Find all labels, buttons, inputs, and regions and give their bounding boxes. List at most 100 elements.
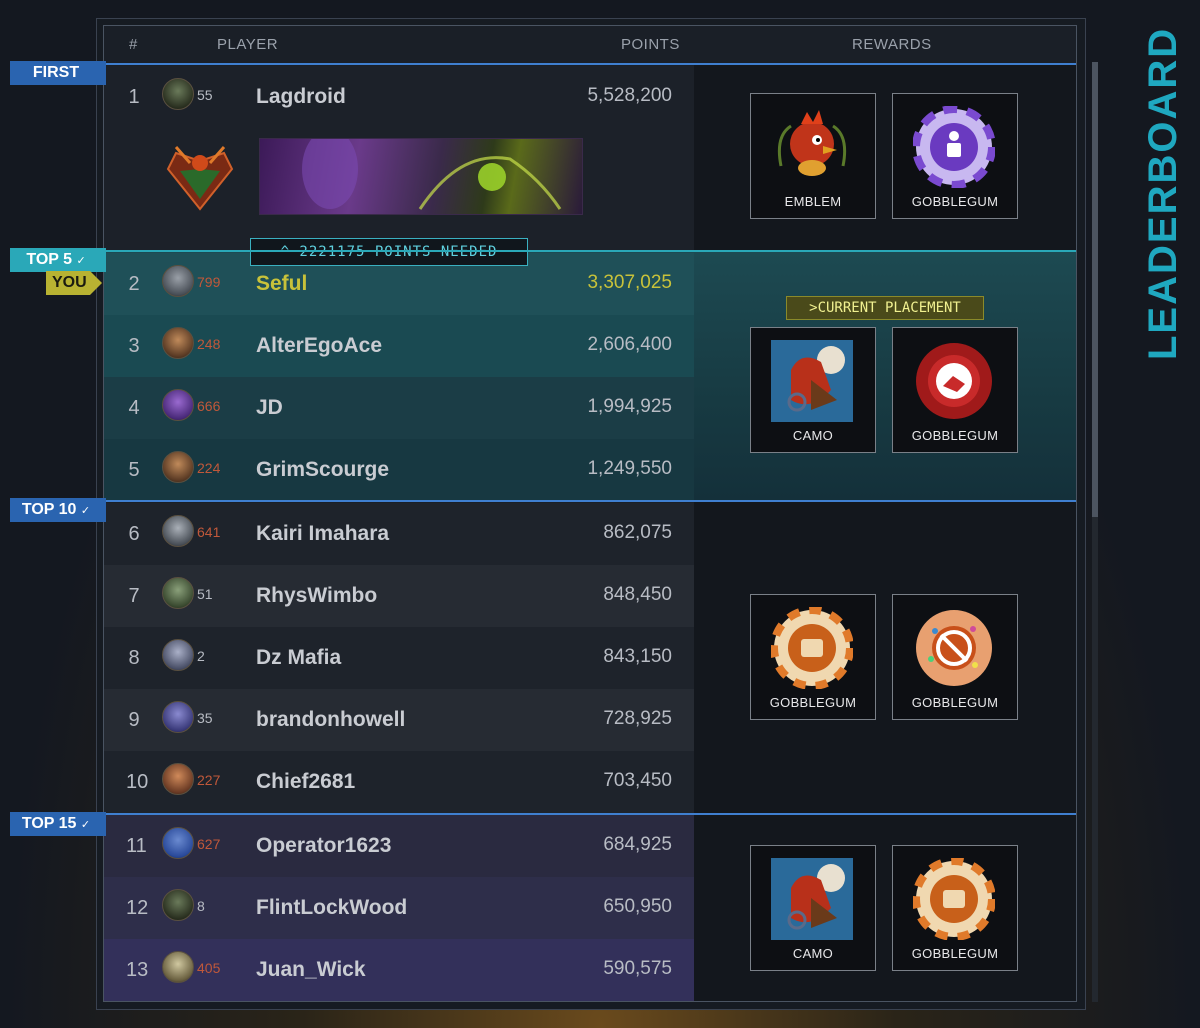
player-points: 650,950 (603, 896, 672, 917)
prestige-level: 641 (197, 524, 221, 540)
rank-number: 9 (128, 709, 140, 731)
player-points: 2,606,400 (587, 334, 672, 355)
leaderboard-title: LEADERBOARD (1141, 26, 1185, 360)
leaderboard-row[interactable]: 10 227 Chief2681 703,450 (104, 751, 694, 813)
check-icon: ✓ (76, 255, 86, 267)
divider-top10 (104, 500, 1076, 502)
player-emblem-icon (162, 451, 194, 483)
reward-tile[interactable]: GOBBLEGUM (892, 93, 1018, 219)
player-name[interactable]: Lagdroid (256, 85, 346, 109)
reward-label: GOBBLEGUM (911, 946, 999, 961)
player-name[interactable]: Juan_Wick (256, 958, 366, 982)
reward-tile[interactable]: CAMO (750, 327, 876, 453)
reward-label: CAMO (792, 946, 834, 961)
player-name[interactable]: RhysWimbo (256, 584, 377, 608)
leaderboard-row[interactable]: 13 405 Juan_Wick 590,575 (104, 939, 694, 1001)
rank-number: 3 (128, 335, 140, 357)
player-points: 843,150 (603, 646, 672, 667)
reward-label: CAMO (792, 428, 834, 443)
prestige-level: 55 (197, 87, 213, 103)
gobblegum-orange-icon (912, 857, 996, 941)
player-points: 5,528,200 (587, 85, 672, 106)
gobblegum-purple-icon (912, 105, 996, 189)
reward-tile[interactable]: CAMO (750, 845, 876, 971)
reward-label: EMBLEM (784, 194, 842, 209)
leaderboard-panel: # PLAYER POINTS REWARDS 1 55 Lagdroid 5,528… (103, 25, 1077, 1002)
gobblegum-sprinkle-icon (913, 607, 995, 689)
rank-number: 7 (128, 585, 140, 607)
player-name[interactable]: AlterEgoAce (256, 334, 382, 358)
reward-label: GOBBLEGUM (911, 428, 999, 443)
player-name[interactable]: Dz Mafia (256, 646, 341, 670)
prestige-level: 51 (197, 586, 213, 602)
you-tag: YOU (46, 271, 102, 295)
leaderboard-row[interactable]: 12 8 FlintLockWood 650,950 (104, 877, 694, 939)
reward-tile[interactable]: GOBBLEGUM (750, 594, 876, 720)
player-emblem-icon (162, 951, 194, 983)
player-points: 862,075 (603, 522, 672, 543)
leaderboard-row[interactable]: 4 666 JD 1,994,925 (104, 377, 694, 439)
rooster-camo-icon (771, 340, 853, 422)
header-points[interactable]: POINTS (621, 36, 680, 53)
player-emblem-icon (162, 78, 194, 110)
header-player[interactable]: PLAYER (217, 36, 278, 53)
player-emblem-icon (162, 639, 194, 671)
clan-emblem-icon (166, 139, 234, 211)
leaderboard-row[interactable]: 11 627 Operator1623 684,925 (104, 815, 694, 877)
player-name[interactable]: Chief2681 (256, 770, 355, 794)
tier-top5: TOP 5 ✓ (10, 248, 106, 272)
check-icon: ✓ (80, 505, 91, 517)
rank-number: 2 (128, 273, 140, 295)
prestige-level: 8 (197, 898, 205, 914)
player-emblem-icon (162, 265, 194, 297)
rank-number: 4 (128, 397, 140, 419)
player-emblem-icon (162, 327, 194, 359)
rank-number: 10 (126, 771, 149, 793)
player-name[interactable]: JD (256, 396, 283, 420)
leaderboard-row[interactable]: 7 51 RhysWimbo 848,450 (104, 565, 694, 627)
scrollbar-thumb[interactable] (1092, 62, 1098, 517)
scrollbar-track[interactable] (1092, 62, 1098, 1002)
reward-label: GOBBLEGUM (911, 194, 999, 209)
calling-card-image (259, 129, 583, 215)
player-name[interactable]: FlintLockWood (256, 896, 407, 920)
points-needed-banner: ^ 2221175 POINTS NEEDED (250, 238, 528, 266)
player-name[interactable]: Operator1623 (256, 834, 391, 858)
tier-top10: TOP 10 ✓ (10, 498, 106, 522)
rank-number: 5 (128, 459, 140, 481)
rank-number: 12 (126, 897, 149, 919)
player-emblem-icon (162, 889, 194, 921)
player-points: 703,450 (603, 770, 672, 791)
player-emblem-icon (162, 515, 194, 547)
reward-tile[interactable]: GOBBLEGUM (892, 327, 1018, 453)
player-name[interactable]: Seful (256, 272, 307, 296)
player-points: 3,307,025 (587, 272, 672, 293)
leaderboard-row[interactable]: 6 641 Kairi Imahara 862,075 (104, 503, 694, 565)
prestige-level: 627 (197, 836, 221, 852)
player-points: 684,925 (603, 834, 672, 855)
leaderboard-row[interactable]: 3 248 AlterEgoAce 2,606,400 (104, 315, 694, 377)
leaderboard-row[interactable]: 9 35 brandonhowell 728,925 (104, 689, 694, 751)
prestige-level: 35 (197, 710, 213, 726)
leaderboard-row[interactable]: 5 224 GrimScourge 1,249,550 (104, 439, 694, 501)
prestige-level: 666 (197, 398, 221, 414)
player-points: 728,925 (603, 708, 672, 729)
tier-top15: TOP 15 ✓ (10, 812, 106, 836)
player-name[interactable]: brandonhowell (256, 708, 405, 732)
rooster-emblem-icon (771, 106, 853, 188)
prestige-level: 227 (197, 772, 221, 788)
header-rewards: REWARDS (852, 36, 932, 53)
player-points: 590,575 (603, 958, 672, 979)
player-emblem-icon (162, 389, 194, 421)
leaderboard-row[interactable]: 8 2 Dz Mafia 843,150 (104, 627, 694, 689)
rooster-camo-icon (771, 858, 853, 940)
divider-top15 (104, 813, 1076, 815)
reward-label: GOBBLEGUM (769, 695, 857, 710)
prestige-level: 405 (197, 960, 221, 976)
player-name[interactable]: GrimScourge (256, 458, 389, 482)
reward-tile[interactable]: EMBLEM (750, 93, 876, 219)
reward-tile[interactable]: GOBBLEGUM (892, 594, 1018, 720)
reward-tile[interactable]: GOBBLEGUM (892, 845, 1018, 971)
player-name[interactable]: Kairi Imahara (256, 522, 389, 546)
player-points: 1,994,925 (587, 396, 672, 417)
